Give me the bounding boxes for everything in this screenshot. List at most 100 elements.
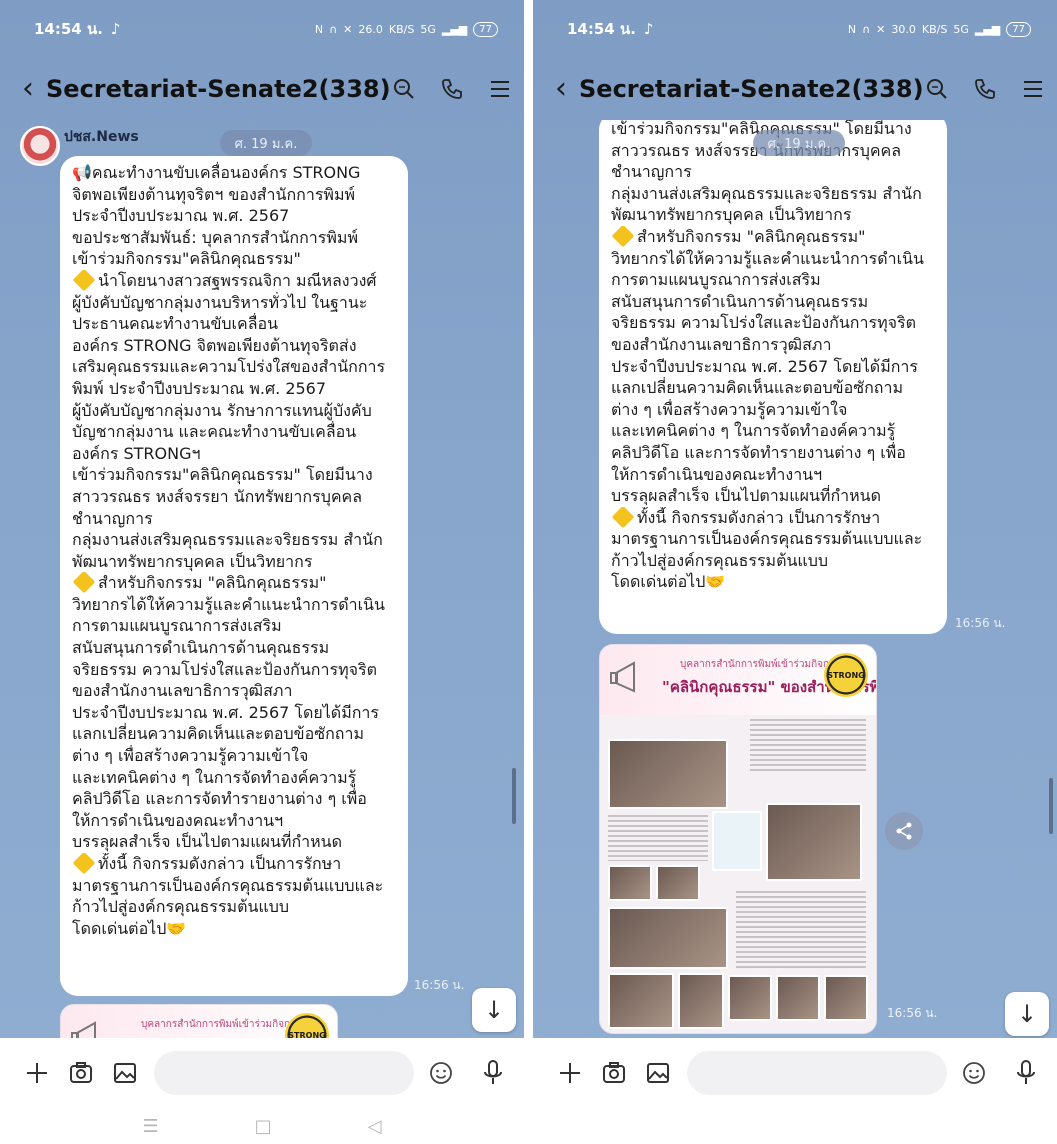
message-line: ต่าง ๆ เพื่อสร้างความรู้ความเข้าใจ — [72, 745, 398, 767]
message-line-text: นำโดยนางสาวสฐพรรณจิกา มณีหลงวงศ์ — [98, 270, 377, 290]
gallery-icon[interactable] — [643, 1058, 673, 1088]
message-line: พัฒนาทรัพยากรบุคคล เป็นวิทยากร — [72, 551, 398, 573]
message-line: คลิปวิดีโอ และการจัดทำรายงานต่าง ๆ เพื่อ — [72, 788, 398, 810]
message-line-text: บัญชากลุ่มงาน และคณะทำงานขับเคลื่อน — [72, 422, 357, 442]
message-line-text: มาตรฐานการเป็นองค์กรคุณธรรมต้นแบบและ — [611, 529, 923, 549]
poster-text-block — [736, 891, 866, 969]
phone-icon[interactable] — [439, 76, 465, 102]
phone-icon[interactable] — [972, 76, 998, 102]
message-line: เสริมคุณธรรมและความโปร่งใสของสำนักการ — [72, 356, 398, 378]
scroll-down-icon[interactable]: ↓ — [1005, 992, 1049, 1036]
message-line: สำหรับกิจกรรม "คลินิกคุณธรรม" — [611, 225, 937, 248]
nfc-icon: N — [314, 22, 324, 36]
message-line-text: ผู้บังคับบัญชากลุ่มงาน รักษาการแทนผู้บัง… — [72, 400, 372, 420]
message-line: ประจำปีงบประมาณ พ.ศ. 2567 โดยได้มีการ — [611, 356, 937, 378]
message-line-text: องค์กร STRONGฯ — [72, 443, 201, 463]
back-icon[interactable]: ‹ — [555, 74, 567, 104]
message-line: สาววรณธร หงส์จรรยา นักทรัพยากรบุคคล — [72, 486, 398, 508]
message-line: พัฒนาทรัพยากรบุคคล เป็นวิทยากร — [611, 204, 937, 226]
message-line-text: ผู้บังคับบัญชากลุ่มงานบริหารทั่วไป ในฐาน… — [72, 292, 368, 312]
back-icon[interactable]: ‹ — [22, 74, 34, 104]
hand-emoji-icon: 🤝 — [166, 918, 187, 938]
signal-icon: ▂▄▆ — [974, 22, 1001, 36]
speed-unit: KB/S — [921, 22, 948, 36]
plus-icon[interactable] — [555, 1058, 585, 1088]
message-line-text: เสริมคุณธรรมและความโปร่งใสของสำนักการ — [72, 357, 386, 377]
message-line: บัญชากลุ่มงาน และคณะทำงานขับเคลื่อน — [72, 421, 398, 443]
menu-icon[interactable] — [1020, 76, 1046, 102]
emoji-icon[interactable] — [961, 1060, 987, 1086]
image-message[interactable]: บุคลากรสำนักการพิมพ์เข้าร่วมกิจกรรม ฯ "ค… — [60, 1004, 338, 1038]
status-time: 14:54 น. — [34, 20, 103, 38]
message-line-text: บรรลุผลสำเร็จ เป็นไปตามแผนที่กำหนด — [72, 832, 343, 852]
image-time: 16:56 น. — [887, 1006, 938, 1020]
poster-illustration — [712, 811, 762, 871]
message-line-text: พิมพ์ ประจำปีงบประมาณ พ.ศ. 2567 — [72, 378, 327, 398]
phone-screen-right: 14:54 น. ♪ N ∩ ✕ 30.0 KB/S 5G ▂▄▆ 77 ‹ S… — [533, 0, 1057, 1144]
message-input[interactable] — [687, 1051, 947, 1095]
date-separator: ศ. 19 ม.ค. — [753, 130, 845, 156]
message-line-text: การตามแผนบูรณาการส่งเสริม — [72, 616, 282, 636]
message-line: ก้าวไปสู่องค์กรคุณธรรมต้นแบบ — [611, 550, 937, 572]
battery-icon: 77 — [1006, 21, 1031, 37]
message-line: บรรลุผลสำเร็จ เป็นไปตามแผนที่กำหนด — [72, 831, 398, 853]
message-line: ผู้บังคับบัญชากลุ่มงานบริหารทั่วไป ในฐาน… — [72, 292, 398, 314]
emoji-icon[interactable] — [428, 1060, 454, 1086]
scrollbar-thumb[interactable] — [1049, 778, 1053, 834]
poster-photo — [766, 803, 862, 881]
chat-title: Secretariat-Senate2(338) — [579, 75, 924, 103]
plus-icon[interactable] — [22, 1058, 52, 1088]
search-icon[interactable] — [924, 76, 950, 102]
message-line: ให้การดำเนินของคณะทำงานฯ — [611, 464, 937, 486]
message-bubble[interactable]: 📢คณะทำงานขับเคลื่อนองค์กร STRONG จิตพอเพี… — [60, 156, 408, 996]
message-line: วิทยากรได้ให้ความรู้และคำแนะนำการดำเนิน — [611, 248, 937, 270]
message-line: จิตพอเพียงต้านทุจริตฯ ของสำนักการพิมพ์ — [72, 184, 398, 206]
image-message[interactable]: บุคลากรสำนักการพิมพ์เข้าร่วมกิจกรรม ฯ "ค… — [599, 644, 877, 1034]
message-line: สนับสนุนการดำเนินการด้านคุณธรรม — [72, 637, 398, 659]
message-line: ผู้บังคับบัญชากลุ่มงาน รักษาการแทนผู้บัง… — [72, 400, 398, 422]
home-icon[interactable]: □ — [255, 1116, 272, 1137]
sender-avatar[interactable] — [20, 126, 60, 166]
message-line: องค์กร STRONG จิตพอเพียงต้านทุจริตส่ง — [72, 335, 398, 357]
scrollbar-thumb[interactable] — [512, 768, 516, 824]
poster-photo — [776, 975, 820, 1021]
camera-icon[interactable] — [66, 1058, 96, 1088]
message-bubble[interactable]: เข้าร่วมกิจกรรม"คลินิกคุณธรรม" โดยมีนางส… — [599, 120, 947, 634]
back-nav-icon[interactable]: ◁ — [368, 1116, 382, 1137]
scroll-down-icon[interactable]: ↓ — [472, 988, 516, 1032]
mic-icon[interactable] — [478, 1058, 508, 1088]
mic-icon[interactable] — [1011, 1058, 1041, 1088]
diamond-bullet-icon — [72, 269, 96, 292]
message-line: มาตรฐานการเป็นองค์กรคุณธรรมต้นแบบและ — [72, 875, 398, 897]
poster-photo — [608, 865, 652, 901]
message-line: ชำนาญการ — [611, 161, 937, 183]
message-line-text: ก้าวไปสู่องค์กรคุณธรรมต้นแบบ — [72, 897, 290, 917]
message-line-text: พัฒนาทรัพยากรบุคคล เป็นวิทยากร — [611, 205, 852, 225]
message-line-text: โดดเด่นต่อไป — [72, 918, 167, 938]
message-line: ประจำปีงบประมาณ พ.ศ. 2567 — [72, 205, 398, 227]
message-line-text: สำหรับกิจกรรม "คลินิกคุณธรรม" — [98, 573, 327, 593]
message-line-text: ต่าง ๆ เพื่อสร้างความรู้ความเข้าใจ — [72, 746, 309, 766]
share-icon[interactable] — [885, 812, 923, 850]
poster-text-block — [750, 719, 866, 773]
message-line-text: ต่าง ๆ เพื่อสร้างความรู้ความเข้าใจ — [611, 399, 848, 419]
search-icon[interactable] — [391, 76, 417, 102]
camera-icon[interactable] — [599, 1058, 629, 1088]
message-line: บรรลุผลสำเร็จ เป็นไปตามแผนที่กำหนด — [611, 485, 937, 507]
status-bar: 14:54 น. ♪ N ∩ ✕ 30.0 KB/S 5G ▂▄▆ 77 — [533, 0, 1057, 58]
message-line-text: ทั้งนี้ กิจกรรมดังกล่าว เป็นการรักษา — [98, 854, 342, 873]
message-line: สำหรับกิจกรรม "คลินิกคุณธรรม" — [72, 572, 398, 594]
menu-icon[interactable] — [487, 76, 513, 102]
input-bar — [0, 1038, 524, 1108]
tiktok-icon: ♪ — [643, 20, 654, 38]
recent-apps-icon[interactable]: ☰ — [143, 1116, 159, 1137]
message-line: ประธานคณะทำงานขับเคลื่อน — [72, 313, 398, 335]
message-list[interactable]: เข้าร่วมกิจกรรม"คลินิกคุณธรรม" โดยมีนางส… — [533, 120, 1057, 1038]
message-line-text: ชำนาญการ — [72, 508, 153, 528]
message-line: ต่าง ๆ เพื่อสร้างความรู้ความเข้าใจ — [611, 399, 937, 421]
message-time: 16:56 น. — [414, 978, 465, 992]
message-list[interactable]: ปชส.News ศ. 19 ม.ค. 📢คณะทำงานขับเคลื่อนอ… — [0, 120, 524, 1038]
message-input[interactable] — [154, 1051, 414, 1095]
gallery-icon[interactable] — [110, 1058, 140, 1088]
system-nav-bar: ☰ □ ◁ — [0, 1108, 524, 1144]
